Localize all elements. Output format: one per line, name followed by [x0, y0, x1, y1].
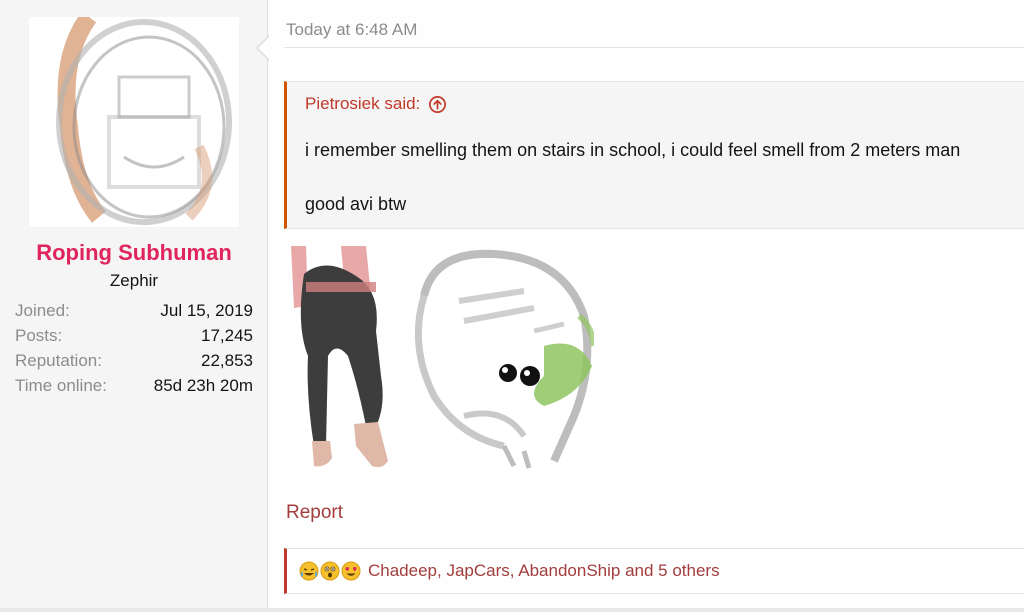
quote-block: Pietrosiek said: i remember smelling the…	[284, 81, 1024, 229]
stat-label: Time online:	[15, 376, 107, 395]
quote-author-label: Pietrosiek said:	[305, 94, 421, 113]
heart-eyes-emoji-icon	[341, 561, 361, 581]
message-arrow-inner	[258, 36, 270, 60]
message-date[interactable]: Today at 6:48 AM	[286, 20, 417, 40]
user-stats: Joined: Jul 15, 2019 Posts: 17,245 Reput…	[15, 300, 253, 400]
user-title: Zephir	[109, 271, 159, 290]
crying-laughing-emoji-icon	[299, 561, 319, 581]
attached-image-wojak[interactable]	[404, 246, 594, 472]
stat-label: Joined:	[15, 301, 70, 320]
stat-row-reputation: Reputation: 22,853	[15, 350, 253, 375]
bottom-divider	[0, 608, 1024, 612]
attached-image-leggings[interactable]	[286, 246, 394, 472]
reaction-users-link[interactable]: Chadeep, JapCars, AbandonShip and 5 othe…	[368, 561, 720, 581]
stat-row-joined: Joined: Jul 15, 2019	[15, 300, 253, 325]
stat-value: 17,245	[201, 326, 253, 345]
quote-text-line: good avi btw	[305, 194, 407, 214]
astonished-emoji-icon	[320, 561, 340, 581]
stat-value: 22,853	[201, 351, 253, 370]
stat-row-time-online: Time online: 85d 23h 20m	[15, 375, 253, 400]
stat-value: 85d 23h 20m	[153, 376, 253, 395]
user-cell: Roping Subhuman Zephir Joined: Jul 15, 2…	[0, 0, 268, 612]
wojak-avatar-image	[29, 17, 239, 227]
stat-label: Posts:	[15, 326, 63, 345]
avatar[interactable]	[29, 17, 239, 227]
report-link[interactable]: Report	[286, 502, 343, 524]
quote-author-link[interactable]: Pietrosiek said:	[305, 94, 447, 114]
leggings-image	[286, 246, 394, 472]
reactions-bar: Chadeep, JapCars, AbandonShip and 5 othe…	[284, 548, 1024, 594]
arrow-up-circle-icon[interactable]	[428, 95, 447, 114]
stat-value: Jul 15, 2019	[160, 301, 253, 320]
header-divider	[284, 47, 1024, 48]
stat-row-posts: Posts: 17,245	[15, 325, 253, 350]
quote-text-line: i remember smelling them on stairs in sc…	[305, 140, 961, 160]
wojak-image	[404, 246, 594, 472]
username[interactable]: Roping Subhuman	[0, 240, 268, 266]
stat-label: Reputation:	[15, 351, 102, 370]
reaction-emoji-group[interactable]	[299, 561, 362, 581]
